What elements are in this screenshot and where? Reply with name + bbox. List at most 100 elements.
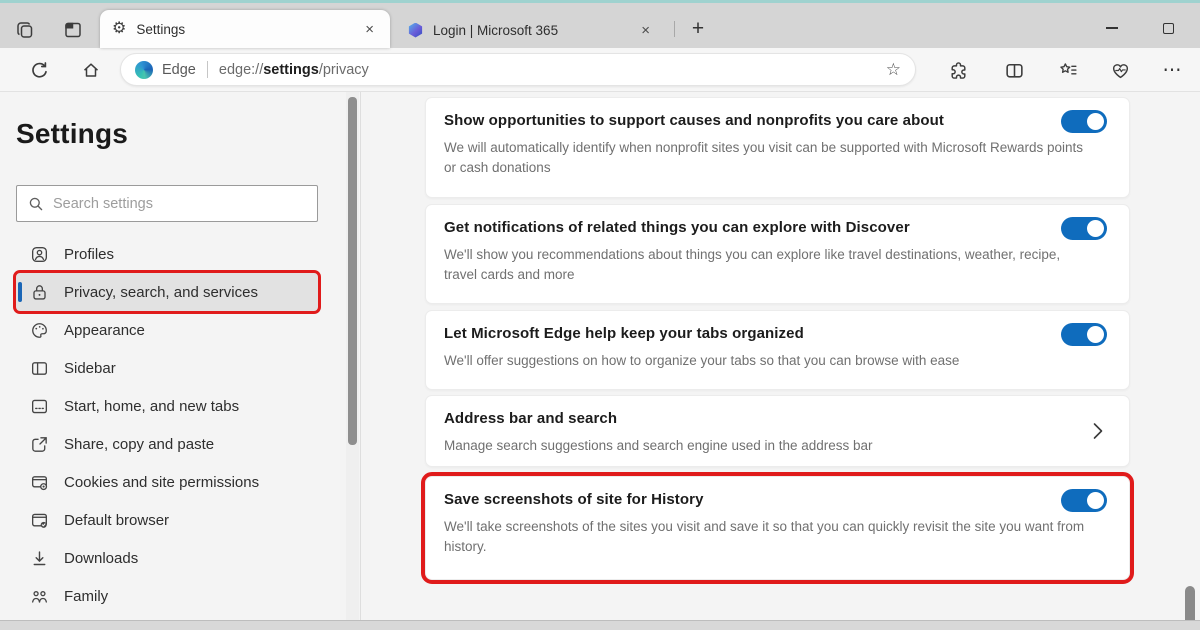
url-suffix: /privacy xyxy=(319,62,369,78)
family-icon xyxy=(29,587,49,606)
setting-row-tabs-organized: Let Microsoft Edge help keep your tabs o… xyxy=(425,310,1130,390)
settings-and-more-icon[interactable]: ⋯ xyxy=(1158,56,1186,84)
search-input[interactable] xyxy=(53,196,306,212)
setting-description: We will automatically identify when nonp… xyxy=(444,138,1096,177)
url-prefix: edge:// xyxy=(219,62,263,78)
cookies-icon xyxy=(29,473,49,492)
close-tab-icon[interactable]: × xyxy=(361,22,378,37)
settings-main-panel: Show opportunities to support causes and… xyxy=(360,92,1200,620)
setting-row-save-screenshots: Save screenshots of site for History We'… xyxy=(425,476,1130,580)
content-area: Settings Profiles Privacy, search, and s… xyxy=(0,92,1200,620)
edge-logo-icon xyxy=(135,61,153,79)
browser-essentials-icon[interactable] xyxy=(1106,56,1134,84)
start-home-icon xyxy=(29,397,49,416)
maximize-button[interactable] xyxy=(1152,13,1184,43)
extensions-icon[interactable] xyxy=(944,56,972,84)
setting-description: We'll take screenshots of the sites you … xyxy=(444,517,1096,556)
tab-bar: ⚙ Settings × Login | Microsoft 365 × + xyxy=(0,3,1200,48)
setting-row-nonprofits: Show opportunities to support causes and… xyxy=(425,97,1130,198)
sidebar-item-sidebar[interactable]: Sidebar xyxy=(16,349,318,387)
setting-description: We'll show you recommendations about thi… xyxy=(444,245,1096,284)
url-emphasis: settings xyxy=(263,62,319,78)
favorites-icon[interactable] xyxy=(1054,56,1082,84)
sidebar-scrollbar-thumb[interactable] xyxy=(348,97,357,445)
sidebar-item-label: Privacy, search, and services xyxy=(64,284,258,301)
settings-tab-favicon-gear-icon: ⚙ xyxy=(112,21,126,37)
minimize-button[interactable] xyxy=(1096,13,1128,43)
browser-window: ⚙ Settings × Login | Microsoft 365 × + E… xyxy=(0,0,1200,630)
home-button[interactable] xyxy=(78,57,104,83)
sidebar-item-share-copy-paste[interactable]: Share, copy and paste xyxy=(16,425,318,463)
toggle-on[interactable] xyxy=(1061,110,1107,133)
bottom-edge-strip xyxy=(0,620,1200,630)
setting-description: We'll offer suggestions on how to organi… xyxy=(444,351,1096,371)
address-separator xyxy=(207,61,208,78)
url-text[interactable]: edge://settings/privacy xyxy=(219,62,369,78)
setting-row-address-bar-search[interactable]: Address bar and search Manage search sug… xyxy=(425,395,1130,467)
lock-icon xyxy=(29,283,49,302)
toggle-knob xyxy=(1087,492,1104,509)
sidebar-item-label: Start, home, and new tabs xyxy=(64,398,239,415)
address-bar[interactable]: Edge edge://settings/privacy ☆ xyxy=(120,53,916,86)
search-settings-box[interactable] xyxy=(16,185,318,222)
toggle-on[interactable] xyxy=(1061,489,1107,512)
close-tab-icon[interactable]: × xyxy=(637,23,654,38)
tab-title: Login | Microsoft 365 xyxy=(433,23,637,38)
sidebar-item-profiles[interactable]: Profiles xyxy=(16,235,318,273)
toggle-knob xyxy=(1087,326,1104,343)
setting-title: Let Microsoft Edge help keep your tabs o… xyxy=(444,325,1111,342)
setting-description: Manage search suggestions and search eng… xyxy=(444,436,1096,456)
minimize-icon xyxy=(1106,27,1118,29)
sidebar-item-default-browser[interactable]: Default browser xyxy=(16,501,318,539)
setting-title: Show opportunities to support causes and… xyxy=(444,112,1111,129)
toggle-knob xyxy=(1087,113,1104,130)
share-icon xyxy=(29,435,49,454)
toggle-on[interactable] xyxy=(1061,323,1107,346)
sidebar-item-start-home-new-tabs[interactable]: Start, home, and new tabs xyxy=(16,387,318,425)
toggle-knob xyxy=(1087,220,1104,237)
refresh-button[interactable] xyxy=(26,57,52,83)
sidebar-item-label: Downloads xyxy=(64,550,138,567)
site-label: Edge xyxy=(162,62,196,78)
tab-title: Settings xyxy=(136,22,361,37)
setting-title: Address bar and search xyxy=(444,410,1111,427)
sidebar-item-label: Profiles xyxy=(64,246,114,263)
sidebar-item-label: Family xyxy=(64,588,108,605)
default-browser-icon xyxy=(29,511,49,530)
tab-actions-icon[interactable] xyxy=(60,17,86,43)
sidebar-item-label: Sidebar xyxy=(64,360,116,377)
split-screen-icon[interactable] xyxy=(1000,56,1028,84)
sidebar-item-label: Default browser xyxy=(64,512,169,529)
maximize-icon xyxy=(1163,23,1174,34)
sidebar-item-label: Appearance xyxy=(64,322,145,339)
workspaces-icon[interactable] xyxy=(12,17,38,43)
setting-title: Get notifications of related things you … xyxy=(444,219,1111,236)
selected-indicator xyxy=(18,282,22,302)
settings-cards: Show opportunities to support causes and… xyxy=(425,97,1130,586)
setting-row-discover-notifications: Get notifications of related things you … xyxy=(425,204,1130,304)
sidebar-item-label: Cookies and site permissions xyxy=(64,474,259,491)
address-toolbar: Edge edge://settings/privacy ☆ ⋯ xyxy=(0,48,1200,92)
new-tab-button[interactable]: + xyxy=(684,15,712,43)
settings-sidebar: Settings Profiles Privacy, search, and s… xyxy=(0,92,360,620)
sidebar-item-downloads[interactable]: Downloads xyxy=(16,539,318,577)
tab-separator xyxy=(674,21,675,37)
sidebar-item-family[interactable]: Family xyxy=(16,577,318,615)
appearance-icon xyxy=(29,321,49,340)
sidebar-item-privacy-search-services[interactable]: Privacy, search, and services xyxy=(16,273,318,311)
search-icon xyxy=(28,196,44,212)
chevron-right-icon[interactable] xyxy=(1093,423,1103,440)
page-title: Settings xyxy=(16,118,128,150)
setting-title: Save screenshots of site for History xyxy=(444,491,1111,508)
profiles-icon xyxy=(29,245,49,264)
toggle-on[interactable] xyxy=(1061,217,1107,240)
sidebar-item-appearance[interactable]: Appearance xyxy=(16,311,318,349)
tab-settings[interactable]: ⚙ Settings × xyxy=(100,10,390,48)
sidebar-nav: Profiles Privacy, search, and services A… xyxy=(16,235,318,615)
favorite-star-icon[interactable]: ☆ xyxy=(886,61,901,78)
microsoft-365-favicon-icon xyxy=(408,23,423,38)
sidebar-item-cookies-site-permissions[interactable]: Cookies and site permissions xyxy=(16,463,318,501)
sidebar-item-label: Share, copy and paste xyxy=(64,436,214,453)
sidebar-icon xyxy=(29,359,49,378)
tab-login-microsoft-365[interactable]: Login | Microsoft 365 × xyxy=(398,14,664,46)
